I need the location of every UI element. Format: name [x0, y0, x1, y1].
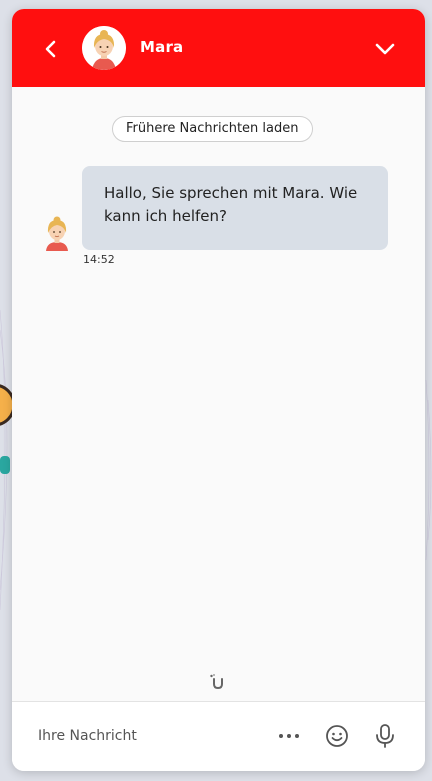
message-input[interactable] [28, 718, 268, 754]
chat-widget: Mara Frühere Nachrichten laden Hallo, Si… [12, 9, 425, 771]
voice-input-button[interactable] [371, 722, 399, 750]
collapse-button[interactable] [372, 36, 398, 62]
message-timestamp: 14:52 [83, 253, 115, 266]
message-composer [12, 701, 425, 771]
message-avatar [41, 215, 73, 251]
avatar-illustration [82, 26, 126, 70]
avatar-illustration [46, 216, 68, 251]
more-options-button[interactable] [275, 722, 303, 750]
agent-avatar [82, 26, 126, 70]
microphone-icon [376, 724, 394, 748]
load-earlier-messages-button[interactable]: Frühere Nachrichten laden [112, 116, 313, 142]
message-bubble: Hallo, Sie sprechen mit Mara. Wie kann i… [82, 166, 388, 250]
chat-header: Mara [12, 9, 425, 87]
smiley-icon [326, 725, 348, 747]
chevron-left-icon [45, 40, 56, 58]
back-button[interactable] [38, 36, 64, 62]
brand-logo-icon [210, 674, 223, 690]
message-list: Frühere Nachrichten laden Hallo, Sie spr… [12, 87, 425, 701]
agent-name: Mara [140, 38, 184, 56]
chevron-down-icon [375, 43, 395, 55]
emoji-button[interactable] [323, 722, 351, 750]
more-dots-icon [279, 734, 299, 738]
